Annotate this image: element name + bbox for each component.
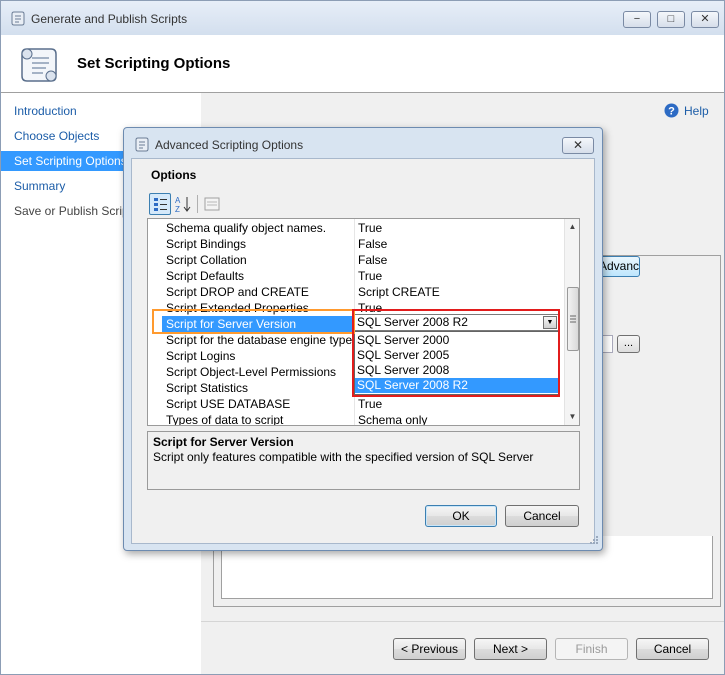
finish-button: Finish bbox=[555, 638, 628, 660]
property-name: Script Defaults bbox=[166, 269, 245, 283]
toolbar-separator bbox=[197, 195, 198, 213]
nav-item-set-scripting-options[interactable]: Set Scripting Options bbox=[1, 151, 133, 171]
property-row[interactable]: Script Bindings False bbox=[162, 236, 567, 252]
property-value[interactable]: False bbox=[355, 236, 565, 252]
scroll-icon bbox=[134, 136, 150, 152]
dialog-title-bar: Advanced Scripting Options ✕ bbox=[124, 128, 602, 158]
minimize-button[interactable]: − bbox=[623, 11, 651, 28]
categorized-icon[interactable] bbox=[149, 193, 171, 215]
page-title: Set Scripting Options bbox=[77, 55, 231, 72]
property-name: Script Statistics bbox=[166, 381, 249, 395]
property-name: Script DROP and CREATE bbox=[166, 285, 309, 299]
property-name: Script Collation bbox=[166, 253, 247, 267]
previous-button[interactable]: < Previous bbox=[393, 638, 466, 660]
property-description: Script for Server Version Script only fe… bbox=[147, 431, 580, 490]
cancel-button[interactable]: Cancel bbox=[636, 638, 709, 660]
scroll-icon bbox=[17, 43, 61, 87]
scrollbar-thumb[interactable] bbox=[567, 287, 579, 351]
window-title: Generate and Publish Scripts bbox=[31, 12, 188, 26]
svg-text:?: ? bbox=[668, 106, 675, 118]
property-highlight-box bbox=[152, 309, 355, 334]
property-name: Types of data to script bbox=[166, 413, 284, 426]
property-row[interactable]: Types of data to script Schema only bbox=[162, 412, 567, 426]
ok-button[interactable]: OK bbox=[425, 505, 497, 527]
property-pages-icon bbox=[201, 193, 223, 215]
help-link[interactable]: Help bbox=[684, 104, 709, 118]
maximize-button[interactable]: □ bbox=[657, 11, 685, 28]
property-name: Schema qualify object names. bbox=[166, 221, 327, 235]
property-row[interactable]: Script USE DATABASE True bbox=[162, 396, 567, 412]
browse-button[interactable]: ... bbox=[617, 335, 640, 353]
close-icon: ✕ bbox=[572, 138, 584, 152]
grid-toolbar: AZ bbox=[149, 193, 229, 215]
close-button[interactable]: ✕ bbox=[691, 11, 719, 28]
dialog-cancel-button[interactable]: Cancel bbox=[505, 505, 579, 527]
scroll-icon bbox=[10, 10, 26, 26]
property-row[interactable]: Script DROP and CREATE Script CREATE bbox=[162, 284, 567, 300]
property-row[interactable]: Schema qualify object names. True bbox=[162, 220, 567, 236]
property-row[interactable]: Script Collation False bbox=[162, 252, 567, 268]
property-value[interactable]: Schema only bbox=[355, 412, 565, 425]
next-button[interactable]: Next > bbox=[474, 638, 547, 660]
svg-text:A: A bbox=[175, 196, 181, 205]
description-text: Script only features compatible with the… bbox=[153, 450, 534, 464]
property-name: Script Bindings bbox=[166, 237, 247, 251]
property-value[interactable]: True bbox=[355, 220, 565, 236]
property-name: Script Logins bbox=[166, 349, 236, 363]
svg-text:Z: Z bbox=[175, 205, 180, 214]
property-name: Script for the database engine type bbox=[166, 333, 352, 347]
help-icon[interactable]: ? bbox=[664, 103, 679, 118]
property-name: Script Object-Level Permissions bbox=[166, 365, 337, 379]
description-title: Script for Server Version bbox=[153, 435, 294, 449]
property-value[interactable]: False bbox=[355, 252, 565, 268]
dropdown-highlight-box bbox=[352, 309, 560, 397]
options-heading: Options bbox=[151, 168, 197, 182]
dialog-title: Advanced Scripting Options bbox=[155, 138, 304, 152]
scroll-down-arrow-icon[interactable]: ▼ bbox=[565, 409, 579, 425]
property-value[interactable]: True bbox=[355, 268, 565, 284]
dialog-close-button[interactable]: ✕ bbox=[562, 137, 594, 154]
title-bar: Generate and Publish Scripts − □ ✕ bbox=[1, 1, 724, 35]
resize-grip-icon[interactable] bbox=[587, 533, 599, 545]
scroll-up-arrow-icon[interactable]: ▲ bbox=[565, 219, 579, 235]
footer-divider bbox=[201, 621, 724, 622]
grid-scrollbar[interactable]: ▲ ▼ bbox=[564, 219, 579, 425]
alphabetical-sort-icon[interactable]: AZ bbox=[173, 193, 195, 215]
property-value[interactable]: Script CREATE bbox=[355, 284, 565, 300]
property-row[interactable]: Script Defaults True bbox=[162, 268, 567, 284]
property-name: Script USE DATABASE bbox=[166, 397, 291, 411]
page-header: Set Scripting Options bbox=[1, 35, 724, 93]
help-bar: ? Help bbox=[201, 93, 724, 123]
property-value[interactable]: True bbox=[355, 396, 565, 412]
nav-item-introduction[interactable]: Introduction bbox=[1, 101, 201, 121]
